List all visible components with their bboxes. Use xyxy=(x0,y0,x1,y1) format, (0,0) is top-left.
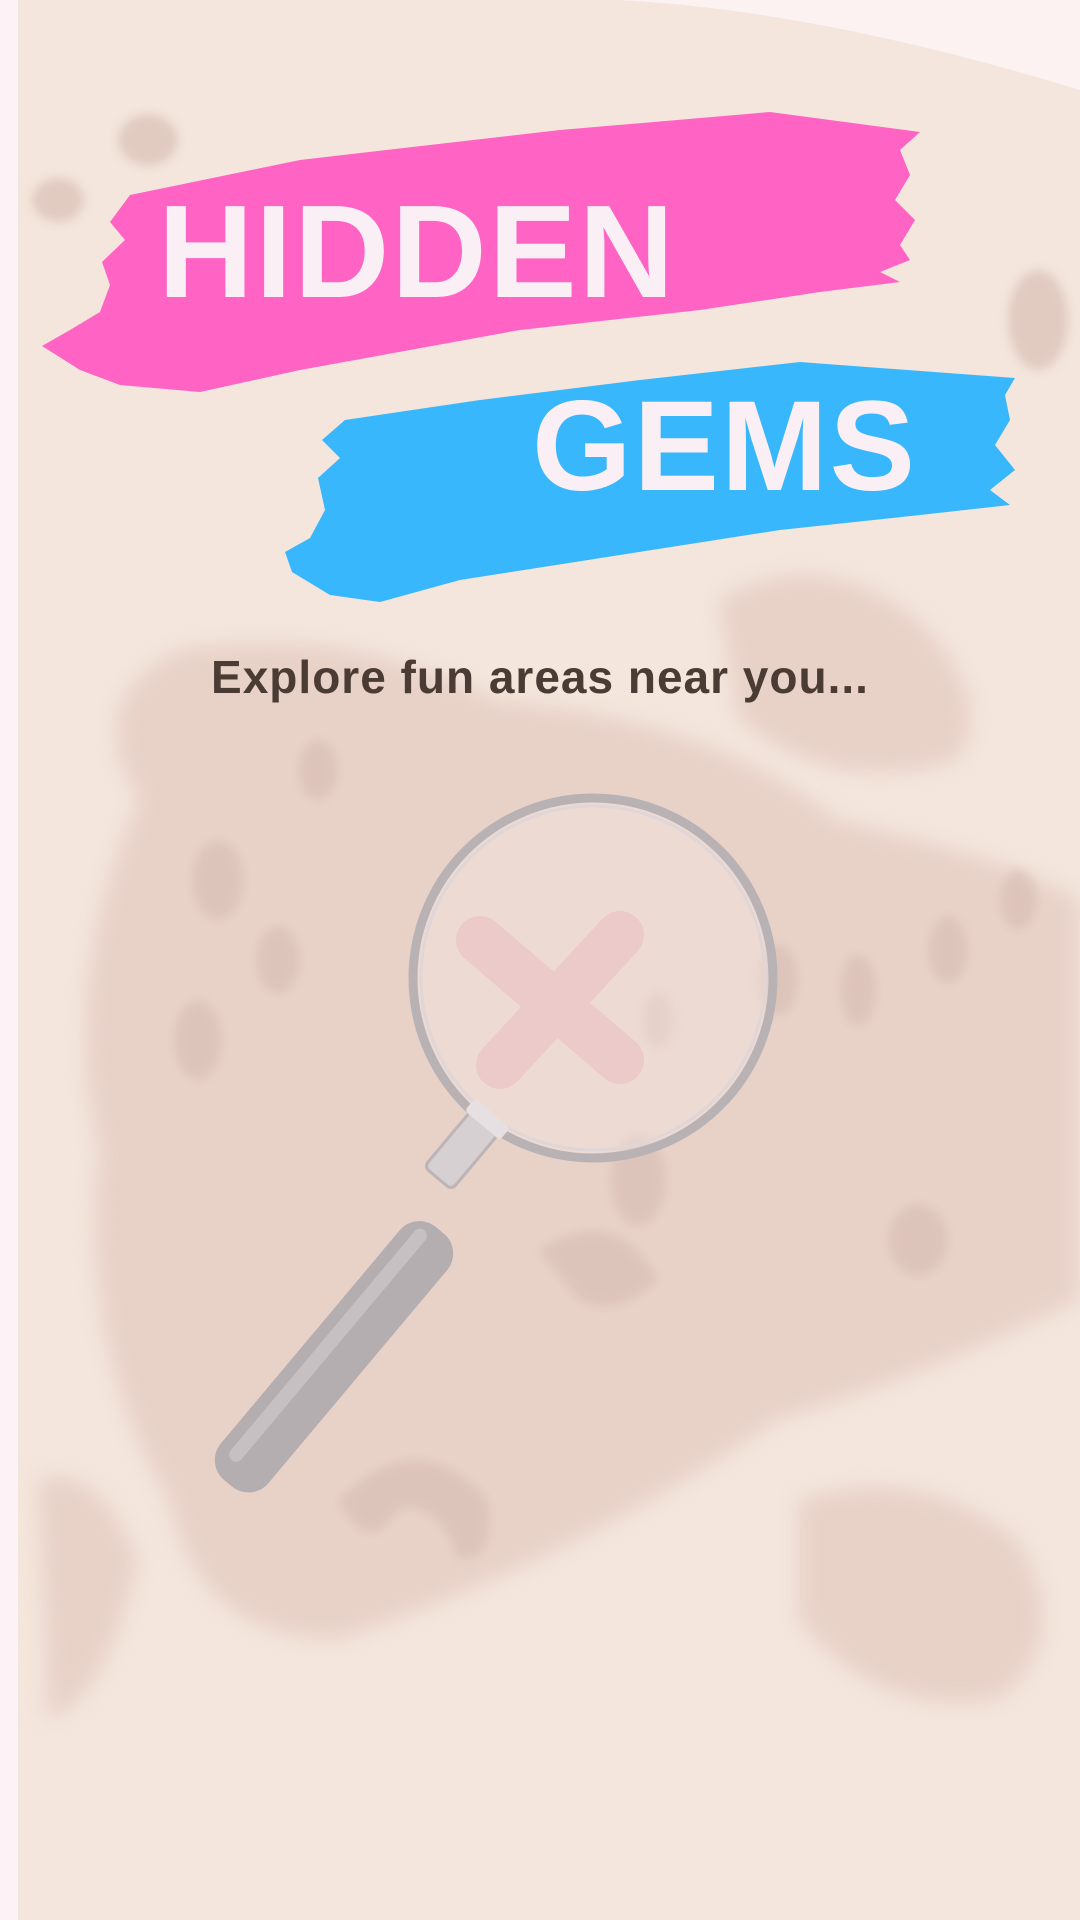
splash-screen: HIDDEN GEMS Explore fun areas near you..… xyxy=(0,0,1080,1920)
tagline: Explore fun areas near you... xyxy=(211,651,869,703)
title-hidden: HIDDEN xyxy=(158,178,677,325)
title-gems: GEMS xyxy=(532,375,917,518)
